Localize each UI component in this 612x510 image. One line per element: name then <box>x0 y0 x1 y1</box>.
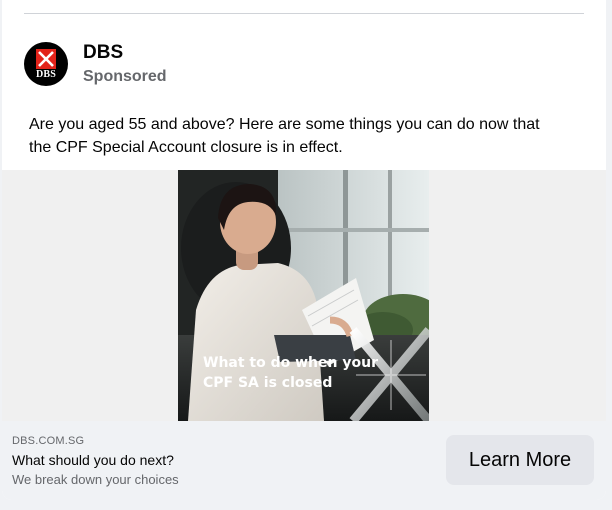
avatar[interactable]: DBS <box>24 42 68 86</box>
link-title[interactable]: What should you do next? <box>12 451 174 469</box>
avatar-logo-text: DBS <box>35 68 57 80</box>
sponsored-post-card: DBS DBS Sponsored Are you aged 55 and ab… <box>2 0 606 500</box>
ad-creative-image[interactable]: What to do when your CPF SA is closed <box>178 170 429 421</box>
post-body-line: Are you aged 55 and above? Here are some… <box>29 116 540 133</box>
creative-caption: What to do when your CPF SA is closed <box>203 353 383 393</box>
link-description: We break down your choices <box>12 472 179 487</box>
sponsored-label[interactable]: Sponsored <box>83 67 167 87</box>
link-domain: DBS.COM.SG <box>12 435 85 447</box>
dbs-logo-icon <box>36 48 56 69</box>
post-body-text: Are you aged 55 and above? Here are some… <box>29 113 589 159</box>
divider <box>24 13 584 14</box>
media-area: What to do when your CPF SA is closed <box>2 170 606 421</box>
header-text: DBS Sponsored <box>83 41 167 87</box>
post-body-line: the CPF Special Account closure is in ef… <box>29 139 343 156</box>
page-name-link[interactable]: DBS <box>83 41 167 65</box>
creative-caption-line: What to do when your <box>203 355 378 371</box>
post-header: DBS DBS Sponsored <box>24 40 167 88</box>
learn-more-button[interactable]: Learn More <box>446 435 594 485</box>
link-preview-bar[interactable]: DBS.COM.SG What should you do next? We b… <box>2 421 606 500</box>
creative-caption-line: CPF SA is closed <box>203 375 333 391</box>
